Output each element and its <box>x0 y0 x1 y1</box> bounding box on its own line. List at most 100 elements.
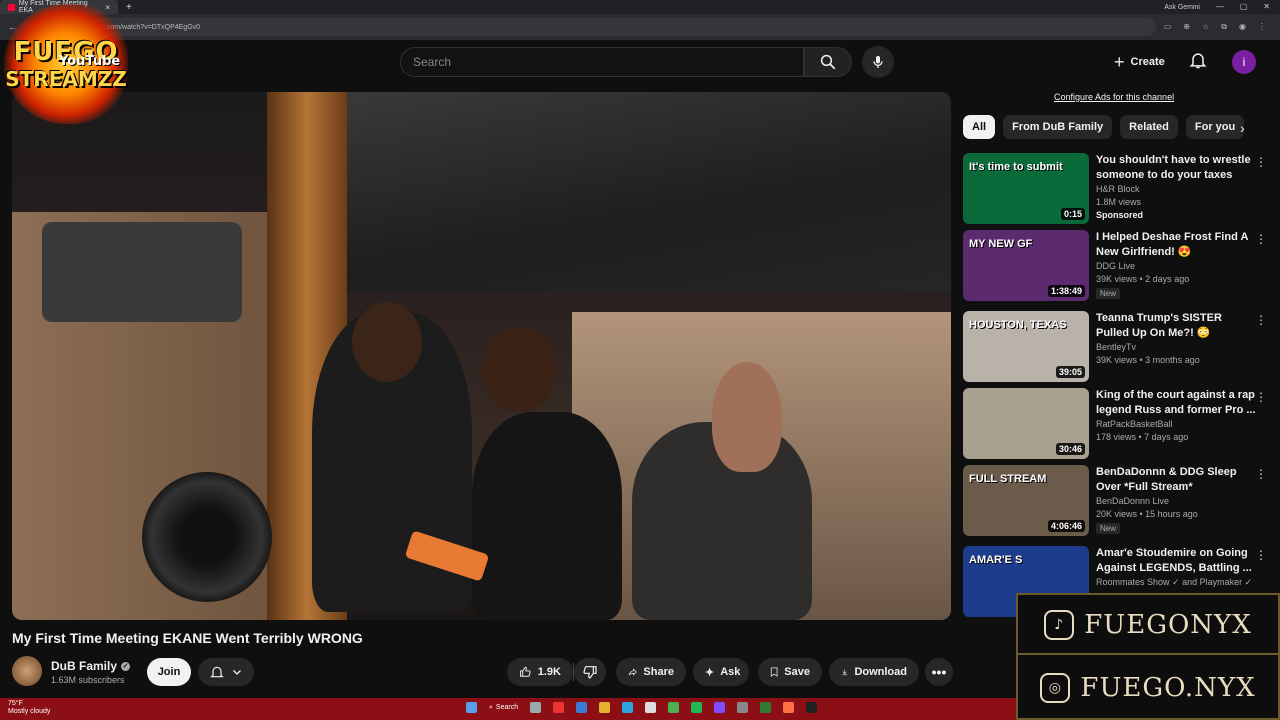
account-avatar[interactable]: i <box>1232 50 1256 74</box>
app-icon[interactable] <box>553 702 565 713</box>
cast-icon[interactable]: ▭ <box>1164 22 1172 32</box>
video-thumbnail[interactable]: MY NEW GF 1:38:49 <box>963 230 1089 301</box>
video-thumbnail[interactable]: 30:46 <box>963 388 1089 459</box>
video-person-head <box>352 302 422 382</box>
search-input[interactable] <box>413 55 803 69</box>
start-icon[interactable] <box>466 702 477 713</box>
channel-brand-logo: FUEGO STREAMZZ YouTube <box>4 4 128 124</box>
edge-icon[interactable] <box>622 702 634 713</box>
new-badge: New <box>1096 288 1121 299</box>
minimize-icon[interactable]: — <box>1216 2 1224 11</box>
taskbar-search[interactable]: ⌕ Search <box>489 704 518 712</box>
menu-icon[interactable]: ⋮ <box>1258 22 1266 32</box>
video-duration: 4:06:46 <box>1047 520 1085 532</box>
video-title: My First Time Meeting EKANE Went Terribl… <box>12 630 363 646</box>
video-frame-ceiling <box>292 92 951 292</box>
app-icon[interactable] <box>737 702 749 713</box>
more-vertical-icon[interactable]: ⋮ <box>1255 390 1267 404</box>
plus-icon: + <box>1114 51 1125 72</box>
recommended-channel[interactable]: H&R Block <box>1096 184 1140 194</box>
spotify-icon[interactable] <box>691 702 703 713</box>
join-button[interactable]: Join <box>147 658 191 686</box>
chrome-icon[interactable] <box>668 702 680 713</box>
video-thumbnail[interactable]: It's time to submit 0:15 <box>963 153 1089 224</box>
video-player[interactable] <box>12 92 951 620</box>
weather-widget[interactable]: 75°F Mostly cloudy <box>8 700 50 716</box>
search-box[interactable] <box>400 47 804 77</box>
save-button[interactable]: Save <box>758 658 822 686</box>
close-tab-icon[interactable]: × <box>105 3 110 12</box>
ask-gemini-button[interactable]: Ask Gemini <box>1164 4 1200 11</box>
more-actions-button[interactable]: ••• <box>925 658 953 686</box>
download-label: Download <box>854 666 907 678</box>
app-icon[interactable] <box>576 702 588 713</box>
ask-button[interactable]: ✦ Ask <box>693 658 749 686</box>
channel-name[interactable]: DuB Family <box>51 659 117 673</box>
new-tab-icon[interactable]: + <box>126 2 132 13</box>
url-field[interactable]: youtube.com/watch?v=DTxQP4EgGv0 <box>70 18 1156 36</box>
recommended-channel[interactable]: RatPackBasketBall <box>1096 419 1173 429</box>
recommended-video-title[interactable]: You shouldn't have to wrestle someone to… <box>1096 153 1256 183</box>
file-explorer-icon[interactable] <box>599 702 611 713</box>
instagram-handle: FUEGO.NYX <box>1080 673 1256 703</box>
ask-label: Ask <box>720 666 741 678</box>
recommended-video-title[interactable]: King of the court against a rap legend R… <box>1096 388 1256 418</box>
zoom-icon[interactable]: ⊕ <box>1183 22 1190 32</box>
app-icon[interactable] <box>645 702 657 713</box>
search-button[interactable] <box>804 47 852 77</box>
video-person <box>472 412 622 620</box>
recommended-channel[interactable]: BentleyTv <box>1096 342 1136 352</box>
recommended-channel[interactable]: BenDaDonnn Live <box>1096 496 1169 506</box>
recommended-video-title[interactable]: Amar'e Stoudemire on Going Against LEGEN… <box>1096 546 1256 576</box>
weather-text: Mostly cloudy <box>8 708 51 715</box>
more-vertical-icon[interactable]: ⋮ <box>1255 548 1267 562</box>
chip-from-dub-family[interactable]: From DuB Family <box>1003 115 1113 139</box>
chip-for-you[interactable]: For you <box>1185 115 1245 139</box>
chip-all[interactable]: All <box>963 115 996 139</box>
dislike-button[interactable] <box>574 658 606 686</box>
more-vertical-icon[interactable]: ⋮ <box>1255 232 1267 246</box>
recommended-video[interactable]: It's time to submit 0:15 You shouldn't hav… <box>963 153 1273 225</box>
more-vertical-icon[interactable]: ⋮ <box>1255 313 1267 327</box>
tiktok-app-icon[interactable] <box>806 702 818 713</box>
sponsored-badge: Sponsored <box>1096 210 1144 220</box>
recommended-video[interactable]: FULL STREAM 4:06:46 BenDaDonnn & DDG Sleep… <box>963 465 1273 537</box>
recommended-video-title[interactable]: I Helped Deshae Frost Find A New Girlfri… <box>1096 230 1256 260</box>
create-button[interactable]: + Create <box>1104 48 1175 76</box>
task-view-icon[interactable] <box>530 702 542 713</box>
logo-text-streamzz: STREAMZZ <box>5 67 127 91</box>
recommended-video[interactable]: 30:46 King of the court against a rap leg… <box>963 388 1273 460</box>
more-vertical-icon[interactable]: ⋮ <box>1255 155 1267 169</box>
recommended-video-title[interactable]: Teanna Trump's SISTER Pulled Up On Me?! … <box>1096 311 1256 341</box>
profile-icon[interactable]: ◉ <box>1239 22 1246 32</box>
share-button[interactable]: Share <box>616 658 686 686</box>
recommended-channel[interactable]: DDG Live <box>1096 261 1135 271</box>
recommended-video-title[interactable]: BenDaDonnn & DDG Sleep Over *Full Stream… <box>1096 465 1256 495</box>
bookmark-star-icon[interactable]: ☆ <box>1202 22 1209 32</box>
video-thumbnail[interactable]: FULL STREAM 4:06:46 <box>963 465 1089 536</box>
app-icon[interactable] <box>714 702 726 713</box>
app-icon[interactable] <box>760 702 772 713</box>
configure-ads-link[interactable]: Configure Ads for this channel <box>1054 92 1174 102</box>
subscription-bell-button[interactable] <box>198 658 254 686</box>
chevron-right-icon[interactable]: › <box>1240 120 1245 136</box>
recommended-channel[interactable]: Roommates Show ✓ and Playmaker ✓ <box>1096 577 1252 588</box>
notifications-button[interactable] <box>1188 50 1208 75</box>
maximize-icon[interactable]: ▢ <box>1240 2 1248 11</box>
like-button[interactable]: 1.9K <box>507 658 573 686</box>
recommended-video[interactable]: HOUSTON, TEXAS 39:05 Teanna Trump's SISTER… <box>963 311 1273 383</box>
firefox-icon[interactable] <box>783 702 795 713</box>
voice-search-button[interactable] <box>862 46 894 78</box>
extensions-icon[interactable]: ⧉ <box>1221 22 1227 32</box>
chip-related[interactable]: Related <box>1120 115 1178 139</box>
channel-name-row[interactable]: DuB Family ✓ <box>51 659 131 673</box>
recommended-video[interactable]: MY NEW GF 1:38:49 I Helped Deshae Frost Fi… <box>963 230 1273 302</box>
download-button[interactable]: Download <box>829 658 919 686</box>
close-window-icon[interactable]: ✕ <box>1263 2 1270 11</box>
video-thumbnail[interactable]: HOUSTON, TEXAS 39:05 <box>963 311 1089 382</box>
youtube-logo[interactable]: YouTube <box>59 54 120 69</box>
more-vertical-icon[interactable]: ⋮ <box>1255 467 1267 481</box>
more-horizontal-icon: ••• <box>931 664 947 680</box>
like-count: 1.9K <box>537 666 561 678</box>
channel-avatar[interactable] <box>12 656 42 686</box>
